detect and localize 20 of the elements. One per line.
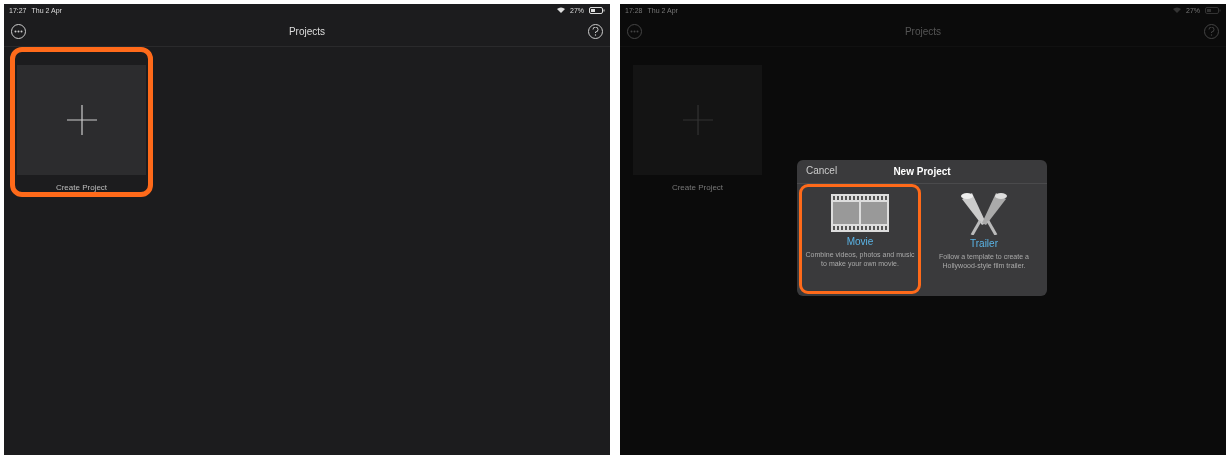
- battery-icon: [1205, 6, 1221, 14]
- create-project-button[interactable]: [17, 65, 146, 175]
- question-mark-icon: [592, 26, 599, 36]
- ellipsis-icon: [630, 29, 639, 33]
- ellipsis-icon: [14, 29, 23, 33]
- wifi-icon: [1173, 7, 1181, 13]
- tile-label: Create Project: [671, 183, 724, 192]
- nav-title: Projects: [904, 25, 942, 37]
- spotlights-icon: [958, 193, 1010, 235]
- dialog-title: New Project: [893, 166, 951, 177]
- plus-icon: [681, 104, 714, 136]
- wifi-icon: [557, 7, 565, 13]
- cancel-button[interactable]: Cancel: [806, 165, 838, 176]
- battery-icon: [589, 6, 605, 14]
- tile-label: Create Project: [55, 183, 108, 192]
- nav-title: Projects: [288, 25, 326, 37]
- film-strip-icon: [830, 193, 890, 233]
- question-mark-icon: [1208, 26, 1215, 36]
- create-project-button[interactable]: [633, 65, 762, 175]
- plus-icon: [65, 104, 98, 136]
